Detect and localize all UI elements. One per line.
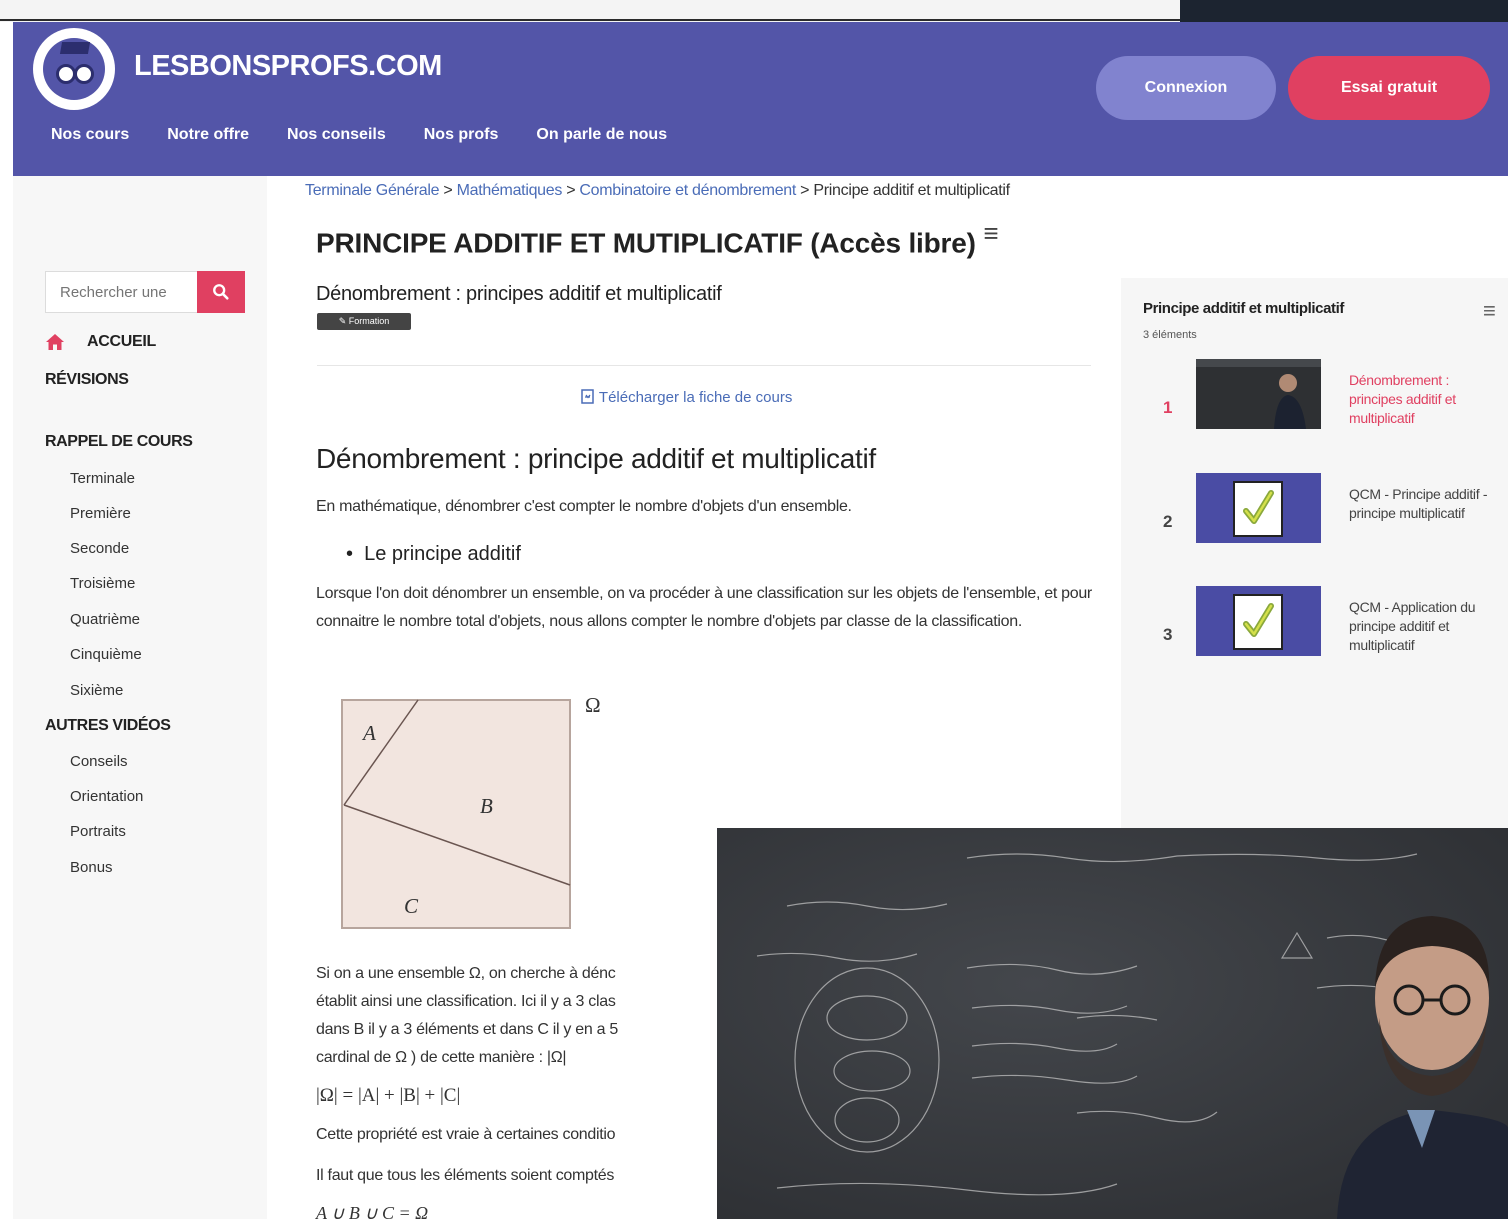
sidebar-item-premiere[interactable]: Première [70,505,131,522]
breadcrumb: Terminale Générale > Mathématiques > Com… [305,182,1010,200]
page-title: PRINCIPE ADDITIF ET MUTIPLICATIF (Accès … [316,218,999,259]
sidebar-item-bonus[interactable]: Bonus [70,859,113,876]
search-box [45,271,197,313]
divider [317,365,1091,366]
search-input[interactable] [46,272,197,312]
text-line: Si on a une ensemble Ω, on cherche à dén… [316,965,616,982]
top-strip [0,0,1508,22]
quiz-thumbnail[interactable] [1196,473,1321,543]
text-line: dans B il y a 3 éléments et dans C il y … [316,1021,618,1038]
quiz-thumbnail[interactable] [1196,586,1321,656]
left-sidebar: ACCUEIL RÉVISIONS RAPPEL DE COURS Termin… [13,176,267,1219]
download-link-label: Télécharger la fiche de cours [598,389,793,406]
sidebar-item-terminale[interactable]: Terminale [70,470,135,487]
set-diagram: A B C Ω [330,685,620,940]
search-icon [213,284,229,300]
sidebar-item-quatrieme[interactable]: Quatrième [70,611,140,628]
home-icon [46,334,64,350]
breadcrumb-link[interactable]: Mathématiques [457,182,563,199]
playlist-item-label[interactable]: QCM - Application du principe additif et… [1349,598,1499,655]
text-line: cardinal de Ω ) de cette manière : |Ω| [316,1049,567,1066]
explanation-paragraph: Lorsque l'on doit dénombrer un ensemble,… [316,585,1092,630]
breadcrumb-current: Principe additif et multiplicatif [813,182,1010,199]
video-thumbnail[interactable] [1196,359,1321,429]
owl-logo-icon[interactable] [33,28,115,110]
title-menu-icon[interactable]: ≡ [983,218,998,248]
playlist-item-label[interactable]: Dénombrement : principes additif et mult… [1349,371,1499,428]
sidebar-item-seconde[interactable]: Seconde [70,540,129,557]
free-trial-button[interactable]: Essai gratuit [1288,56,1490,120]
nav-nos-profs[interactable]: Nos profs [424,126,499,144]
condition-text: Cette propriété est vraie à certaines co… [316,1126,616,1143]
sidebar-heading-autres: AUTRES VIDÉOS [45,717,171,734]
sidebar-heading-rappel: RAPPEL DE COURS [45,433,193,450]
bullet-item: • Le principe additif [346,543,521,565]
sidebar-item-troisieme[interactable]: Troisième [70,575,135,592]
dark-corner [1180,0,1508,22]
page-title-text: PRINCIPE ADDITIF ET MUTIPLICATIF (Accès … [316,227,976,259]
label-b: B [480,794,493,818]
video-title: Dénombrement : principes additif et mult… [316,283,722,305]
nav-nos-cours[interactable]: Nos cours [51,126,129,144]
paragraph-omega: Si on a une ensemble Ω, on cherche à dén… [316,960,726,1072]
login-button[interactable]: Connexion [1096,56,1276,120]
top-divider [0,19,1180,21]
cardinal-formula: |Ω| = |A| + |B| + |C| [316,1085,461,1106]
label-a: A [361,721,376,745]
set-omega-box [341,699,571,929]
download-link[interactable]: Télécharger la fiche de cours [581,389,792,406]
breadcrumb-separator: > [439,182,457,199]
playlist-count: 3 éléments [1143,329,1197,341]
search-button[interactable] [197,271,245,313]
sidebar-item-conseils[interactable]: Conseils [70,753,128,770]
nav-on-parle-de-nous[interactable]: On parle de nous [536,126,667,144]
formation-badge: ✎ Formation [317,313,411,330]
owl-eye-icon [74,64,94,84]
site-header: LESBONSPROFS.COM Nos cours Notre offre N… [13,22,1508,176]
sidebar-item-label: ACCUEIL [87,333,157,350]
chalkboard-video-frame [717,828,1508,1219]
breadcrumb-separator: > [562,182,580,199]
sidebar-item-cinquieme[interactable]: Cinquième [70,646,142,663]
playlist-item-number: 2 [1163,512,1173,531]
playlist-panel: Principe additif et multiplicatif 3 élém… [1121,278,1508,838]
intro-paragraph: En mathématique, dénombrer c'est compter… [316,498,852,515]
lesson-video-player[interactable] [717,828,1508,1219]
condition-text-2: Il faut que tous les éléments soient com… [316,1167,615,1184]
sidebar-item-home[interactable]: ACCUEIL [45,333,156,351]
playlist-item-number: 1 [1163,398,1173,417]
union-formula: A ∪ B ∪ C = Ω [316,1203,429,1219]
sidebar-item-revisions[interactable]: RÉVISIONS [45,371,129,389]
bullet-text: Le principe additif [364,543,521,565]
sidebar-item-sixieme[interactable]: Sixième [70,682,123,699]
owl-eye-icon [56,64,76,84]
playlist-title: Principe additif et multiplicatif [1143,300,1344,317]
graduation-cap-icon [59,42,91,54]
breadcrumb-link[interactable]: Combinatoire et dénombrement [579,182,796,199]
label-omega: Ω [585,693,601,717]
nav-nos-conseils[interactable]: Nos conseils [287,126,386,144]
breadcrumb-separator: > [796,182,814,199]
breadcrumb-link[interactable]: Terminale Générale [305,182,440,199]
site-logo-text[interactable]: LESBONSPROFS.COM [134,50,442,83]
playlist-item-label[interactable]: QCM - Principe additif - principe multip… [1349,485,1499,523]
sidebar-item-portraits[interactable]: Portraits [70,823,126,840]
playlist-item-number: 3 [1163,625,1173,644]
playlist-menu-icon[interactable]: ≡ [1483,298,1496,324]
owl-shape [43,38,105,100]
nav-notre-offre[interactable]: Notre offre [167,126,249,144]
main-nav: Nos cours Notre offre Nos conseils Nos p… [51,126,667,144]
label-c: C [404,894,419,918]
document-icon [581,389,594,404]
text-line: établit ainsi une classification. Ici il… [316,993,616,1010]
content-heading: Dénombrement : principe additif et multi… [316,443,876,474]
sidebar-item-orientation[interactable]: Orientation [70,788,143,805]
